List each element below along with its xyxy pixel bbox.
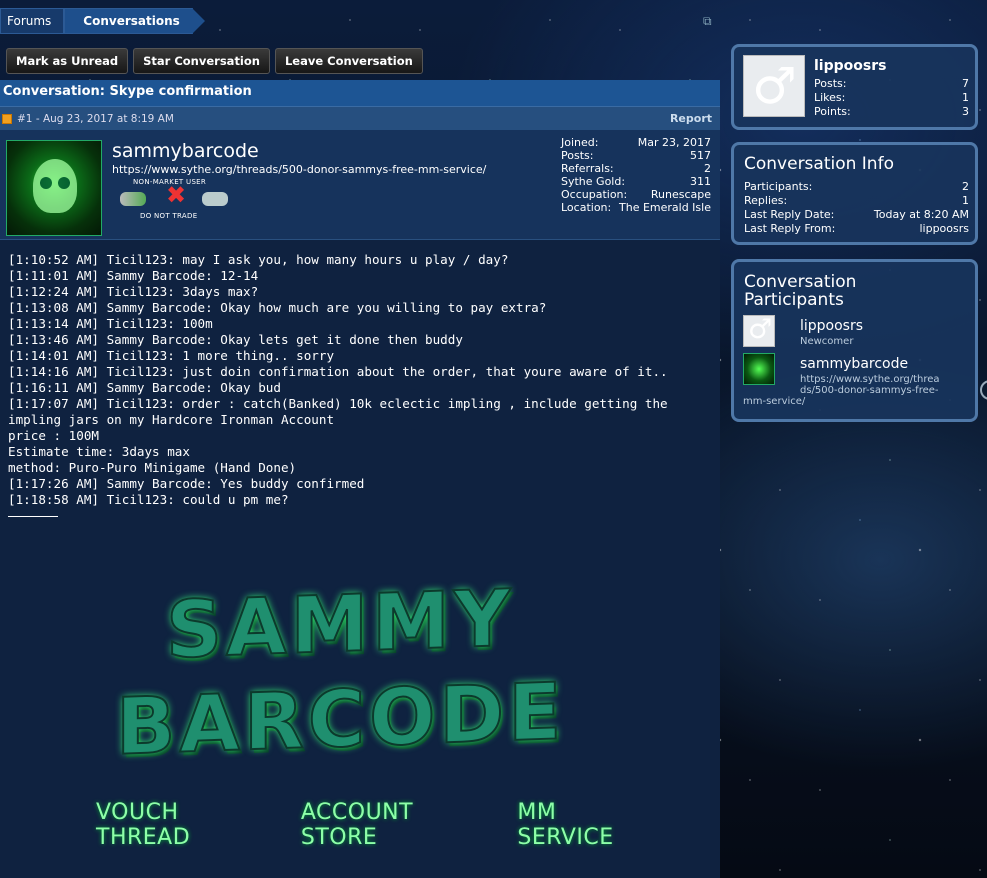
account-store-link[interactable]: ACCOUNT STORE bbox=[301, 800, 492, 850]
participants-panel: Conversation Participants ♂ lippoosrs Ne… bbox=[731, 259, 978, 422]
participants-title-line1: Conversation bbox=[744, 272, 857, 292]
visitor-stat: Likes: 1 bbox=[814, 91, 969, 104]
stat-row: Referrals: 2 bbox=[561, 162, 711, 175]
chat-line: [1:11:01 AM] Sammy Barcode: 12-14 bbox=[8, 268, 259, 283]
participant-url: ds/500-donor-sammys-free- bbox=[800, 385, 939, 396]
chat-line: [1:17:26 AM] Sammy Barcode: Yes buddy co… bbox=[8, 476, 365, 491]
handshake-icon bbox=[202, 192, 228, 206]
chat-line: method: Puro-Puro Minigame (Hand Done) bbox=[8, 460, 297, 475]
mm-service-link[interactable]: MM SERVICE bbox=[517, 800, 656, 850]
chat-line: [1:13:14 AM] Ticil123: 100m bbox=[8, 316, 213, 331]
chat-line: [1:12:24 AM] Ticil123: 3days max? bbox=[8, 284, 259, 299]
participant-url: https://www.sythe.org/threa bbox=[800, 374, 940, 385]
report-link[interactable]: Report bbox=[670, 112, 712, 125]
trade-status-badge: NON-MARKET USER ✖ DO NOT TRADE bbox=[120, 178, 230, 220]
info-row: Participants: 2 bbox=[744, 180, 969, 193]
stat-row: Joined: Mar 23, 2017 bbox=[561, 136, 711, 149]
author-avatar[interactable] bbox=[6, 140, 102, 236]
badge-bottom-text: DO NOT TRADE bbox=[140, 212, 198, 220]
participant-avatar[interactable] bbox=[743, 353, 775, 385]
visitor-stat: Points: 3 bbox=[814, 105, 969, 118]
stat-row: Posts: 517 bbox=[561, 149, 711, 162]
signature-banner[interactable]: SAMMY BARCODE VOUCH THREAD ACCOUNT STORE… bbox=[96, 570, 656, 850]
mark-unread-button[interactable]: Mark as Unread bbox=[6, 48, 129, 74]
chat-line: [1:14:01 AM] Ticil123: 1 more thing.. so… bbox=[8, 348, 335, 363]
participant-name[interactable]: lippoosrs bbox=[800, 318, 863, 334]
author-name[interactable]: sammybarcode bbox=[112, 140, 259, 162]
participants-title-line2: Participants bbox=[744, 290, 844, 310]
author-block: sammybarcode https://www.sythe.org/threa… bbox=[0, 130, 720, 240]
conversation-info-panel: Conversation Info Participants: 2 Replies… bbox=[731, 142, 978, 245]
info-row: Last Reply From: lippoosrs bbox=[744, 222, 969, 235]
star-conversation-button[interactable]: Star Conversation bbox=[133, 48, 270, 74]
conversation-info-title: Conversation Info bbox=[744, 154, 894, 174]
stat-row: Occupation: Runescape bbox=[561, 188, 711, 201]
participant-title: Newcomer bbox=[800, 336, 854, 347]
author-signature-url[interactable]: https://www.sythe.org/threads/500-donor-… bbox=[112, 163, 486, 176]
conversation-main: Conversation: Skype confirmation #1 - Au… bbox=[0, 80, 720, 878]
x-mark-icon: ✖ bbox=[166, 181, 187, 209]
stat-row: Location: The Emerald Isle bbox=[561, 201, 711, 214]
breadcrumb-forums[interactable]: Forums bbox=[0, 8, 65, 34]
message-body: [1:10:52 AM] Ticil123: may I ask you, ho… bbox=[0, 240, 720, 529]
new-post-icon bbox=[2, 113, 12, 124]
male-icon: ♂ bbox=[748, 314, 773, 345]
visitor-panel: ♂ lippoosrs Posts: 7 Likes: 1 Points: 3 bbox=[731, 44, 978, 130]
participant-avatar[interactable]: ♂ bbox=[743, 314, 775, 347]
visitor-name[interactable]: lippoosrs bbox=[814, 58, 886, 74]
chat-line: [1:18:58 AM] Ticil123: could u pm me? bbox=[8, 492, 289, 507]
chat-line: Estimate time: 3days max bbox=[8, 444, 190, 459]
chat-line: price : 100M bbox=[8, 428, 99, 443]
breadcrumb: Forums Conversations bbox=[0, 8, 205, 34]
popout-icon[interactable]: ⧉ bbox=[703, 15, 715, 27]
visitor-stat: Posts: 7 bbox=[814, 77, 969, 90]
banner-logo-line1: SAMMY bbox=[165, 573, 515, 677]
handshake-icon bbox=[120, 192, 146, 206]
participant-name[interactable]: sammybarcode bbox=[800, 356, 908, 372]
leave-conversation-button[interactable]: Leave Conversation bbox=[274, 48, 423, 74]
banner-links: VOUCH THREAD ACCOUNT STORE MM SERVICE bbox=[96, 800, 656, 850]
info-row: Replies: 1 bbox=[744, 194, 969, 207]
info-row: Last Reply Date: Today at 8:20 AM bbox=[744, 208, 969, 221]
breadcrumb-conversations[interactable]: Conversations bbox=[64, 8, 205, 34]
message-header: #1 - Aug 23, 2017 at 8:19 AM Report bbox=[0, 106, 720, 130]
author-stats: Joined: Mar 23, 2017 Posts: 517 Referrals:… bbox=[561, 136, 711, 214]
participant-url: mm-service/ bbox=[743, 396, 806, 407]
vouch-thread-link[interactable]: VOUCH THREAD bbox=[96, 800, 275, 850]
message-permalink[interactable]: #1 - Aug 23, 2017 at 8:19 AM bbox=[17, 113, 670, 125]
chat-line: [1:13:46 AM] Sammy Barcode: Okay lets ge… bbox=[8, 332, 463, 347]
stat-row: Sythe Gold: 311 bbox=[561, 175, 711, 188]
skull-icon bbox=[33, 159, 77, 213]
signature-divider bbox=[8, 516, 58, 517]
chat-line: [1:16:11 AM] Sammy Barcode: Okay bud bbox=[8, 380, 281, 395]
male-icon: ♂ bbox=[752, 57, 797, 115]
chat-line: [1:14:16 AM] Ticil123: just doin confirm… bbox=[8, 364, 668, 379]
conversation-toolbar: Mark as Unread Star Conversation Leave C… bbox=[6, 48, 423, 74]
visitor-avatar[interactable]: ♂ bbox=[743, 55, 805, 117]
chat-line: [1:10:52 AM] Ticil123: may I ask you, ho… bbox=[8, 252, 509, 267]
chat-line: [1:13:08 AM] Sammy Barcode: Okay how muc… bbox=[8, 300, 547, 315]
conversation-title: Conversation: Skype confirmation bbox=[0, 80, 720, 106]
chat-line: [1:17:07 AM] Ticil123: order : catch(Ban… bbox=[8, 396, 668, 427]
banner-logo-line2: BARCODE bbox=[115, 666, 566, 774]
